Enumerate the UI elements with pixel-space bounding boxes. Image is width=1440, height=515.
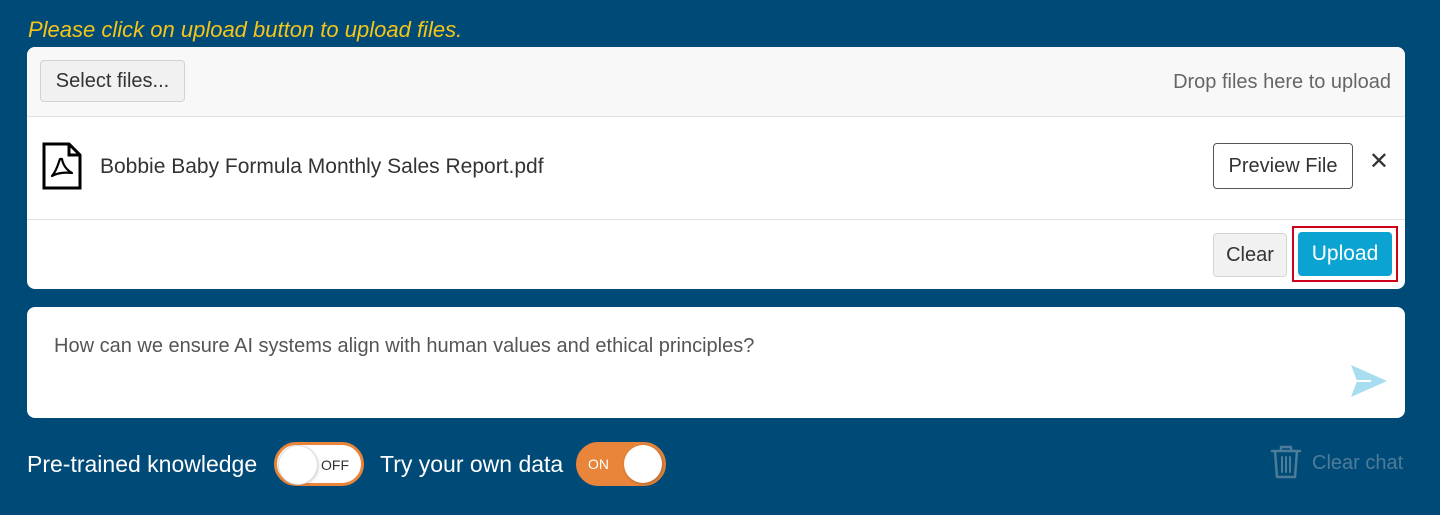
file-uploader: Select files... Drop files here to uploa…: [27, 47, 1405, 289]
preview-file-button[interactable]: Preview File: [1213, 143, 1353, 189]
chat-options-bar: Pre-trained knowledge OFF Try your own d…: [0, 440, 1440, 490]
uploader-toolbar: Select files... Drop files here to uploa…: [27, 47, 1405, 117]
chat-input-box[interactable]: How can we ensure AI systems align with …: [27, 307, 1405, 418]
trash-icon: [1270, 444, 1302, 485]
drop-zone-hint[interactable]: Drop files here to upload: [1173, 71, 1391, 94]
uploader-actions: Clear Upload: [27, 220, 1405, 289]
file-name: Bobbie Baby Formula Monthly Sales Report…: [100, 155, 544, 178]
toggle-state-on: ON: [588, 456, 609, 472]
remove-file-icon[interactable]: ✕: [1369, 150, 1389, 174]
clear-button[interactable]: Clear: [1213, 233, 1287, 277]
own-data-label: Try your own data: [380, 451, 564, 477]
upload-button[interactable]: Upload: [1298, 232, 1392, 276]
toggle-state-off: OFF: [321, 457, 349, 473]
toggle-knob: [624, 445, 662, 483]
file-list-item: Bobbie Baby Formula Monthly Sales Report…: [27, 117, 1405, 220]
pretrained-knowledge-label: Pre-trained knowledge: [27, 451, 258, 477]
upload-instruction: Please click on upload button to upload …: [28, 17, 463, 42]
send-icon[interactable]: [1349, 362, 1389, 405]
chat-input-text[interactable]: How can we ensure AI systems align with …: [54, 335, 754, 358]
pdf-file-icon: [41, 142, 83, 195]
own-data-toggle[interactable]: ON: [576, 442, 666, 486]
select-files-button[interactable]: Select files...: [40, 60, 185, 102]
clear-chat-label: Clear chat: [1312, 452, 1404, 474]
pretrained-knowledge-toggle[interactable]: OFF: [274, 442, 364, 486]
toggle-knob: [279, 446, 317, 484]
